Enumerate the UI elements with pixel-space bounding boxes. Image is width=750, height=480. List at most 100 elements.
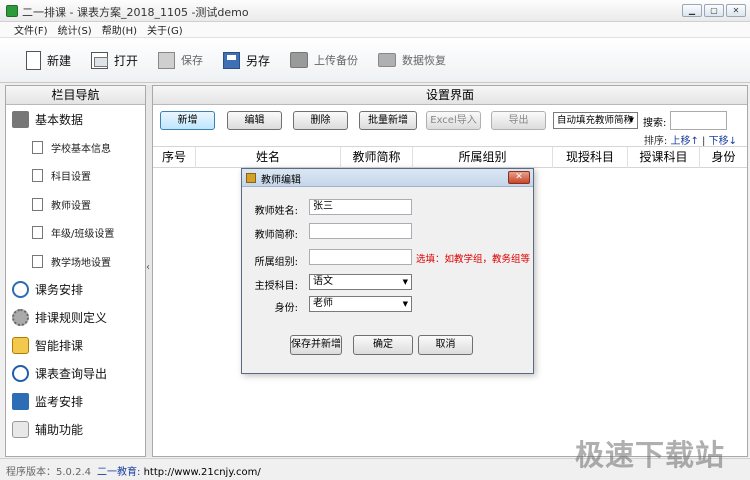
column-index[interactable]: 序号 [153, 147, 196, 168]
smart-schedule-icon [12, 337, 29, 354]
new-button[interactable]: 新建 [26, 50, 71, 70]
column-teaching-subject[interactable]: 授课科目 [628, 147, 700, 168]
nav-group-label: 智能排课 [35, 339, 84, 353]
teacher-group-label: 所属组别: [254, 257, 298, 268]
dialog-close-button[interactable]: ✕ [508, 171, 530, 184]
search-input[interactable] [670, 111, 727, 130]
data-restore-label: 数据恢复 [402, 54, 447, 67]
delete-button[interactable]: 删除 [293, 111, 348, 130]
new-file-icon [26, 50, 41, 70]
app-icon [6, 5, 18, 17]
column-short-name[interactable]: 教师简称 [341, 147, 413, 168]
teacher-group-input[interactable] [309, 249, 412, 265]
nav-group-label: 课表查询导出 [35, 367, 108, 381]
nav-group-label: 监考安排 [35, 395, 84, 409]
nav-item-label: 年级/班级设置 [51, 229, 115, 241]
group-hint-text: 选填：如教学组，教务组等 [416, 254, 531, 265]
task-icon [12, 281, 29, 298]
save-as-button-label: 另存 [246, 53, 271, 68]
sort-controls: 排序: 上移↑ | 下移↓ [644, 132, 737, 147]
column-current-subject[interactable]: 现授科目 [553, 147, 628, 168]
column-group[interactable]: 所属组别 [413, 147, 553, 168]
sidebar-title: 栏目导航 [6, 86, 145, 105]
nav-group-rules[interactable]: 排课规则定义 [6, 304, 145, 332]
export-button[interactable]: 导出 [491, 111, 546, 130]
nav-group-query-export[interactable]: 课表查询导出 [6, 360, 145, 388]
menu-help[interactable]: 帮助(H) [102, 22, 137, 37]
rule-gear-icon [12, 309, 29, 326]
title-bar: 二一排课 - 课表方案_2018_1105 -测试demo ▁ ▢ ✕ [0, 0, 750, 22]
table-header: 序号 姓名 教师简称 所属组别 现授科目 授课科目 身份 [153, 146, 747, 168]
save-button-label: 保存 [181, 54, 204, 67]
nav-group-aux-tools[interactable]: 辅助功能 [6, 416, 145, 444]
auto-fill-select-value: 自动填充教师简称 [557, 115, 634, 126]
main-subject-value: 语文 [313, 276, 333, 287]
column-role[interactable]: 身份 [700, 147, 747, 168]
save-as-button[interactable]: 另存 [223, 51, 271, 69]
menu-about[interactable]: 关于(G) [147, 22, 183, 37]
teacher-name-label: 教师姓名: [254, 206, 298, 217]
document-icon [32, 197, 43, 211]
role-select[interactable]: 老师 ▼ [309, 296, 412, 312]
panel-title: 设置界面 [153, 86, 747, 105]
open-button[interactable]: 打开 [91, 51, 138, 69]
save-icon [158, 51, 176, 69]
column-name[interactable]: 姓名 [196, 147, 341, 168]
upload-backup-button[interactable]: 上传备份 [290, 52, 358, 68]
document-icon [32, 226, 43, 240]
chevron-down-icon: ▼ [402, 300, 408, 308]
menu-file[interactable]: 文件(F) [14, 22, 48, 37]
teacher-short-name-label: 教师简称: [254, 230, 298, 241]
upload-backup-icon [290, 52, 309, 68]
upload-backup-label: 上传备份 [314, 54, 359, 67]
save-as-icon [223, 51, 241, 69]
confirm-button[interactable]: 确定 [353, 335, 413, 355]
nav-group-smart-schedule[interactable]: 智能排课 [6, 332, 145, 360]
teacher-edit-dialog: 教师编辑 ✕ 教师姓名: 张三 教师简称: 所属组别: 选填：如教学组，教务组等… [241, 168, 534, 374]
edit-button[interactable]: 编辑 [227, 111, 282, 130]
teacher-name-input[interactable]: 张三 [309, 199, 412, 215]
nav-group-course-tasks[interactable]: 课务安排 [6, 276, 145, 304]
dialog-title: 教师编辑 [261, 175, 301, 186]
excel-import-button[interactable]: Excel导入 [426, 111, 481, 130]
document-icon [32, 169, 43, 183]
nav-item-label: 科目设置 [51, 172, 91, 184]
save-and-new-button[interactable]: 保存并新增 [290, 335, 342, 355]
nav-group-basic-data[interactable]: 基本数据 [6, 105, 145, 133]
menu-statistics[interactable]: 统计(S) [58, 22, 92, 37]
main-subject-select[interactable]: 语文 ▼ [309, 274, 412, 290]
save-button[interactable]: 保存 [158, 51, 204, 69]
nav-group-label: 辅助功能 [35, 423, 84, 437]
dialog-app-icon [246, 173, 256, 183]
search-export-icon [12, 365, 29, 382]
chevron-down-icon: ▼ [402, 278, 408, 286]
data-restore-icon [378, 53, 397, 67]
batch-add-button[interactable]: 批量新增 [359, 111, 417, 130]
minimize-button[interactable]: ▁ [682, 4, 702, 17]
close-window-button[interactable]: ✕ [726, 4, 746, 17]
nav-item-grades-classes[interactable]: 年级/班级设置 [6, 219, 145, 248]
nav-group-label: 课务安排 [35, 283, 84, 297]
role-value: 老师 [313, 298, 333, 309]
cancel-button[interactable]: 取消 [418, 335, 473, 355]
maximize-button[interactable]: ▢ [704, 4, 724, 17]
nav-item-venues[interactable]: 教学场地设置 [6, 247, 145, 276]
window-controls: ▁ ▢ ✕ [682, 4, 746, 17]
nav-item-school-info[interactable]: 学校基本信息 [6, 133, 145, 162]
nav-group-exam-monitor[interactable]: 监考安排 [6, 388, 145, 416]
version-text: 程序版本：5.0.2.4 [6, 467, 91, 478]
add-button[interactable]: 新增 [160, 111, 215, 130]
data-restore-button[interactable]: 数据恢复 [378, 52, 446, 68]
role-label: 身份: [274, 303, 298, 314]
action-bar: 新增 编辑 删除 批量新增 Excel导入 导出 自动填充教师简称 ▼ 搜索: [160, 111, 739, 131]
site-info: 二一教育: http://www.21cnjy.com/ [97, 463, 261, 478]
tools-icon [12, 421, 29, 438]
basic-data-icon [12, 110, 29, 128]
collapse-left-icon[interactable]: ‹ [146, 262, 150, 273]
teacher-short-name-input[interactable] [309, 223, 412, 239]
sidebar-nav: 栏目导航 基本数据 学校基本信息 科目设置 教师设置 年级/班级设置 教学场地设… [5, 85, 146, 457]
auto-fill-select[interactable]: 自动填充教师简称 ▼ [553, 112, 638, 129]
site-url-link[interactable]: http://www.21cnjy.com/ [144, 467, 261, 478]
nav-item-subjects[interactable]: 科目设置 [6, 162, 145, 191]
nav-item-teachers[interactable]: 教师设置 [6, 190, 145, 219]
